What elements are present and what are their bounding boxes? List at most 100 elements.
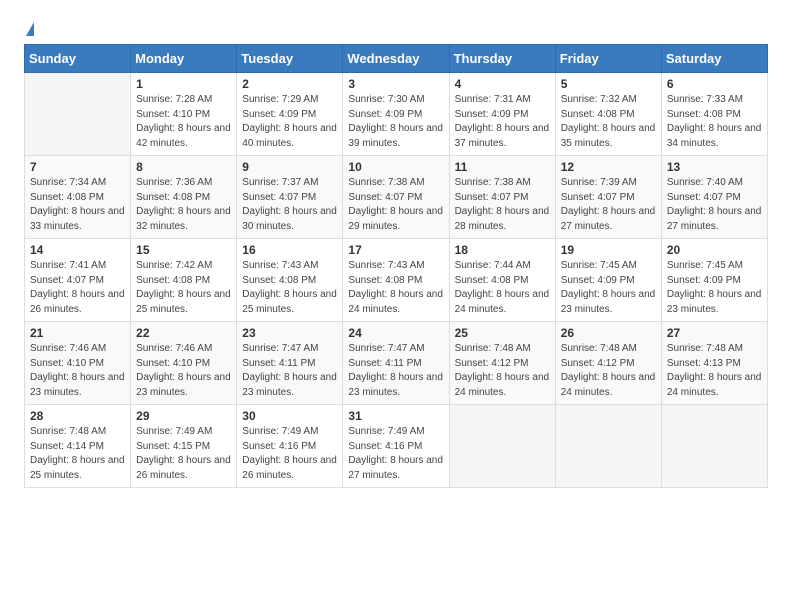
day-number: 18: [455, 243, 550, 257]
calendar-cell: 18 Sunrise: 7:44 AMSunset: 4:08 PMDayligh…: [449, 239, 555, 322]
calendar-cell: 21 Sunrise: 7:46 AMSunset: 4:10 PMDayligh…: [25, 322, 131, 405]
day-info: Sunrise: 7:37 AMSunset: 4:07 PMDaylight:…: [242, 176, 337, 234]
day-info: Sunrise: 7:43 AMSunset: 4:08 PMDaylight:…: [348, 259, 443, 317]
week-row-2: 7Sunrise: 7:34 AMSunset: 4:08 PMDaylight…: [25, 156, 768, 239]
calendar-cell: 26 Sunrise: 7:48 AMSunset: 4:12 PMDayligh…: [555, 322, 661, 405]
day-number: 4: [455, 77, 550, 91]
day-number: 9: [242, 160, 337, 174]
calendar-cell: 12 Sunrise: 7:39 AMSunset: 4:07 PMDayligh…: [555, 156, 661, 239]
calendar-header: SundayMondayTuesdayWednesdayThursdayFrid…: [25, 45, 768, 73]
day-number: 28: [30, 409, 125, 423]
day-number: 31: [348, 409, 443, 423]
day-info: Sunrise: 7:44 AMSunset: 4:08 PMDaylight:…: [455, 259, 550, 317]
day-info: Sunrise: 7:48 AMSunset: 4:12 PMDaylight:…: [561, 342, 656, 400]
day-info: Sunrise: 7:40 AMSunset: 4:07 PMDaylight:…: [667, 176, 762, 234]
day-info: Sunrise: 7:31 AMSunset: 4:09 PMDaylight:…: [455, 93, 550, 151]
day-info: Sunrise: 7:48 AMSunset: 4:12 PMDaylight:…: [455, 342, 550, 400]
day-info: Sunrise: 7:33 AMSunset: 4:08 PMDaylight:…: [667, 93, 762, 151]
day-number: 15: [136, 243, 231, 257]
day-info: Sunrise: 7:30 AMSunset: 4:09 PMDaylight:…: [348, 93, 443, 151]
calendar-cell: 2 Sunrise: 7:29 AMSunset: 4:09 PMDaylight…: [237, 73, 343, 156]
calendar-cell: 28 Sunrise: 7:48 AMSunset: 4:14 PMDayligh…: [25, 405, 131, 488]
calendar-cell: 27Sunrise: 7:48 AMSunset: 4:13 PMDayligh…: [661, 322, 767, 405]
calendar-cell: 4 Sunrise: 7:31 AMSunset: 4:09 PMDaylight…: [449, 73, 555, 156]
day-info: Sunrise: 7:47 AMSunset: 4:11 PMDaylight:…: [348, 342, 443, 400]
day-number: 14: [30, 243, 125, 257]
calendar-cell: 16 Sunrise: 7:43 AMSunset: 4:08 PMDayligh…: [237, 239, 343, 322]
header-cell-thursday: Thursday: [449, 45, 555, 73]
day-number: 20: [667, 243, 762, 257]
calendar-cell: 29 Sunrise: 7:49 AMSunset: 4:15 PMDayligh…: [131, 405, 237, 488]
day-info: Sunrise: 7:49 AMSunset: 4:15 PMDaylight:…: [136, 425, 231, 483]
week-row-4: 21 Sunrise: 7:46 AMSunset: 4:10 PMDayligh…: [25, 322, 768, 405]
day-number: 27: [667, 326, 762, 340]
day-number: 23: [242, 326, 337, 340]
header-cell-wednesday: Wednesday: [343, 45, 449, 73]
week-row-3: 14 Sunrise: 7:41 AMSunset: 4:07 PMDayligh…: [25, 239, 768, 322]
calendar-cell: 14 Sunrise: 7:41 AMSunset: 4:07 PMDayligh…: [25, 239, 131, 322]
calendar-cell: 30 Sunrise: 7:49 AMSunset: 4:16 PMDayligh…: [237, 405, 343, 488]
day-number: 16: [242, 243, 337, 257]
day-number: 3: [348, 77, 443, 91]
logo-icon: [26, 22, 34, 36]
day-number: 21: [30, 326, 125, 340]
calendar-body: 1Sunrise: 7:28 AMSunset: 4:10 PMDaylight…: [25, 73, 768, 488]
calendar-cell: 3 Sunrise: 7:30 AMSunset: 4:09 PMDaylight…: [343, 73, 449, 156]
header-cell-saturday: Saturday: [661, 45, 767, 73]
day-number: 30: [242, 409, 337, 423]
day-info: Sunrise: 7:36 AMSunset: 4:08 PMDaylight:…: [136, 176, 231, 234]
day-info: Sunrise: 7:46 AMSunset: 4:10 PMDaylight:…: [136, 342, 231, 400]
day-number: 7: [30, 160, 125, 174]
header-cell-tuesday: Tuesday: [237, 45, 343, 73]
day-info: Sunrise: 7:43 AMSunset: 4:08 PMDaylight:…: [242, 259, 337, 317]
day-number: 26: [561, 326, 656, 340]
day-info: Sunrise: 7:49 AMSunset: 4:16 PMDaylight:…: [348, 425, 443, 483]
day-info: Sunrise: 7:46 AMSunset: 4:10 PMDaylight:…: [30, 342, 125, 400]
day-number: 19: [561, 243, 656, 257]
calendar-cell: 19 Sunrise: 7:45 AMSunset: 4:09 PMDayligh…: [555, 239, 661, 322]
day-info: Sunrise: 7:45 AMSunset: 4:09 PMDaylight:…: [667, 259, 762, 317]
week-row-5: 28 Sunrise: 7:48 AMSunset: 4:14 PMDayligh…: [25, 405, 768, 488]
day-number: 12: [561, 160, 656, 174]
calendar-cell: 13 Sunrise: 7:40 AMSunset: 4:07 PMDayligh…: [661, 156, 767, 239]
day-info: Sunrise: 7:42 AMSunset: 4:08 PMDaylight:…: [136, 259, 231, 317]
day-number: 13: [667, 160, 762, 174]
header-cell-friday: Friday: [555, 45, 661, 73]
calendar-cell: [25, 73, 131, 156]
day-info: Sunrise: 7:41 AMSunset: 4:07 PMDaylight:…: [30, 259, 125, 317]
day-info: Sunrise: 7:45 AMSunset: 4:09 PMDaylight:…: [561, 259, 656, 317]
day-number: 2: [242, 77, 337, 91]
day-info: Sunrise: 7:29 AMSunset: 4:09 PMDaylight:…: [242, 93, 337, 151]
header-cell-sunday: Sunday: [25, 45, 131, 73]
day-number: 29: [136, 409, 231, 423]
calendar-cell: 1Sunrise: 7:28 AMSunset: 4:10 PMDaylight…: [131, 73, 237, 156]
day-info: Sunrise: 7:48 AMSunset: 4:14 PMDaylight:…: [30, 425, 125, 483]
day-number: 8: [136, 160, 231, 174]
day-info: Sunrise: 7:49 AMSunset: 4:16 PMDaylight:…: [242, 425, 337, 483]
day-info: Sunrise: 7:32 AMSunset: 4:08 PMDaylight:…: [561, 93, 656, 151]
logo: [24, 22, 34, 36]
calendar-cell: 17 Sunrise: 7:43 AMSunset: 4:08 PMDayligh…: [343, 239, 449, 322]
calendar-cell: 6Sunrise: 7:33 AMSunset: 4:08 PMDaylight…: [661, 73, 767, 156]
calendar-cell: 31 Sunrise: 7:49 AMSunset: 4:16 PMDayligh…: [343, 405, 449, 488]
calendar-cell: 9 Sunrise: 7:37 AMSunset: 4:07 PMDaylight…: [237, 156, 343, 239]
header-cell-monday: Monday: [131, 45, 237, 73]
calendar-cell: [661, 405, 767, 488]
day-info: Sunrise: 7:38 AMSunset: 4:07 PMDaylight:…: [455, 176, 550, 234]
page-container: SundayMondayTuesdayWednesdayThursdayFrid…: [0, 0, 792, 498]
calendar-cell: 10Sunrise: 7:38 AMSunset: 4:07 PMDayligh…: [343, 156, 449, 239]
day-number: 11: [455, 160, 550, 174]
calendar-cell: 11 Sunrise: 7:38 AMSunset: 4:07 PMDayligh…: [449, 156, 555, 239]
day-info: Sunrise: 7:47 AMSunset: 4:11 PMDaylight:…: [242, 342, 337, 400]
calendar-cell: 25Sunrise: 7:48 AMSunset: 4:12 PMDayligh…: [449, 322, 555, 405]
calendar-cell: 15 Sunrise: 7:42 AMSunset: 4:08 PMDayligh…: [131, 239, 237, 322]
day-number: 5: [561, 77, 656, 91]
calendar-cell: 20 Sunrise: 7:45 AMSunset: 4:09 PMDayligh…: [661, 239, 767, 322]
calendar-cell: 7Sunrise: 7:34 AMSunset: 4:08 PMDaylight…: [25, 156, 131, 239]
day-info: Sunrise: 7:38 AMSunset: 4:07 PMDaylight:…: [348, 176, 443, 234]
day-number: 17: [348, 243, 443, 257]
header-row: SundayMondayTuesdayWednesdayThursdayFrid…: [25, 45, 768, 73]
calendar-cell: 8 Sunrise: 7:36 AMSunset: 4:08 PMDaylight…: [131, 156, 237, 239]
calendar-cell: 5 Sunrise: 7:32 AMSunset: 4:08 PMDaylight…: [555, 73, 661, 156]
day-info: Sunrise: 7:39 AMSunset: 4:07 PMDaylight:…: [561, 176, 656, 234]
